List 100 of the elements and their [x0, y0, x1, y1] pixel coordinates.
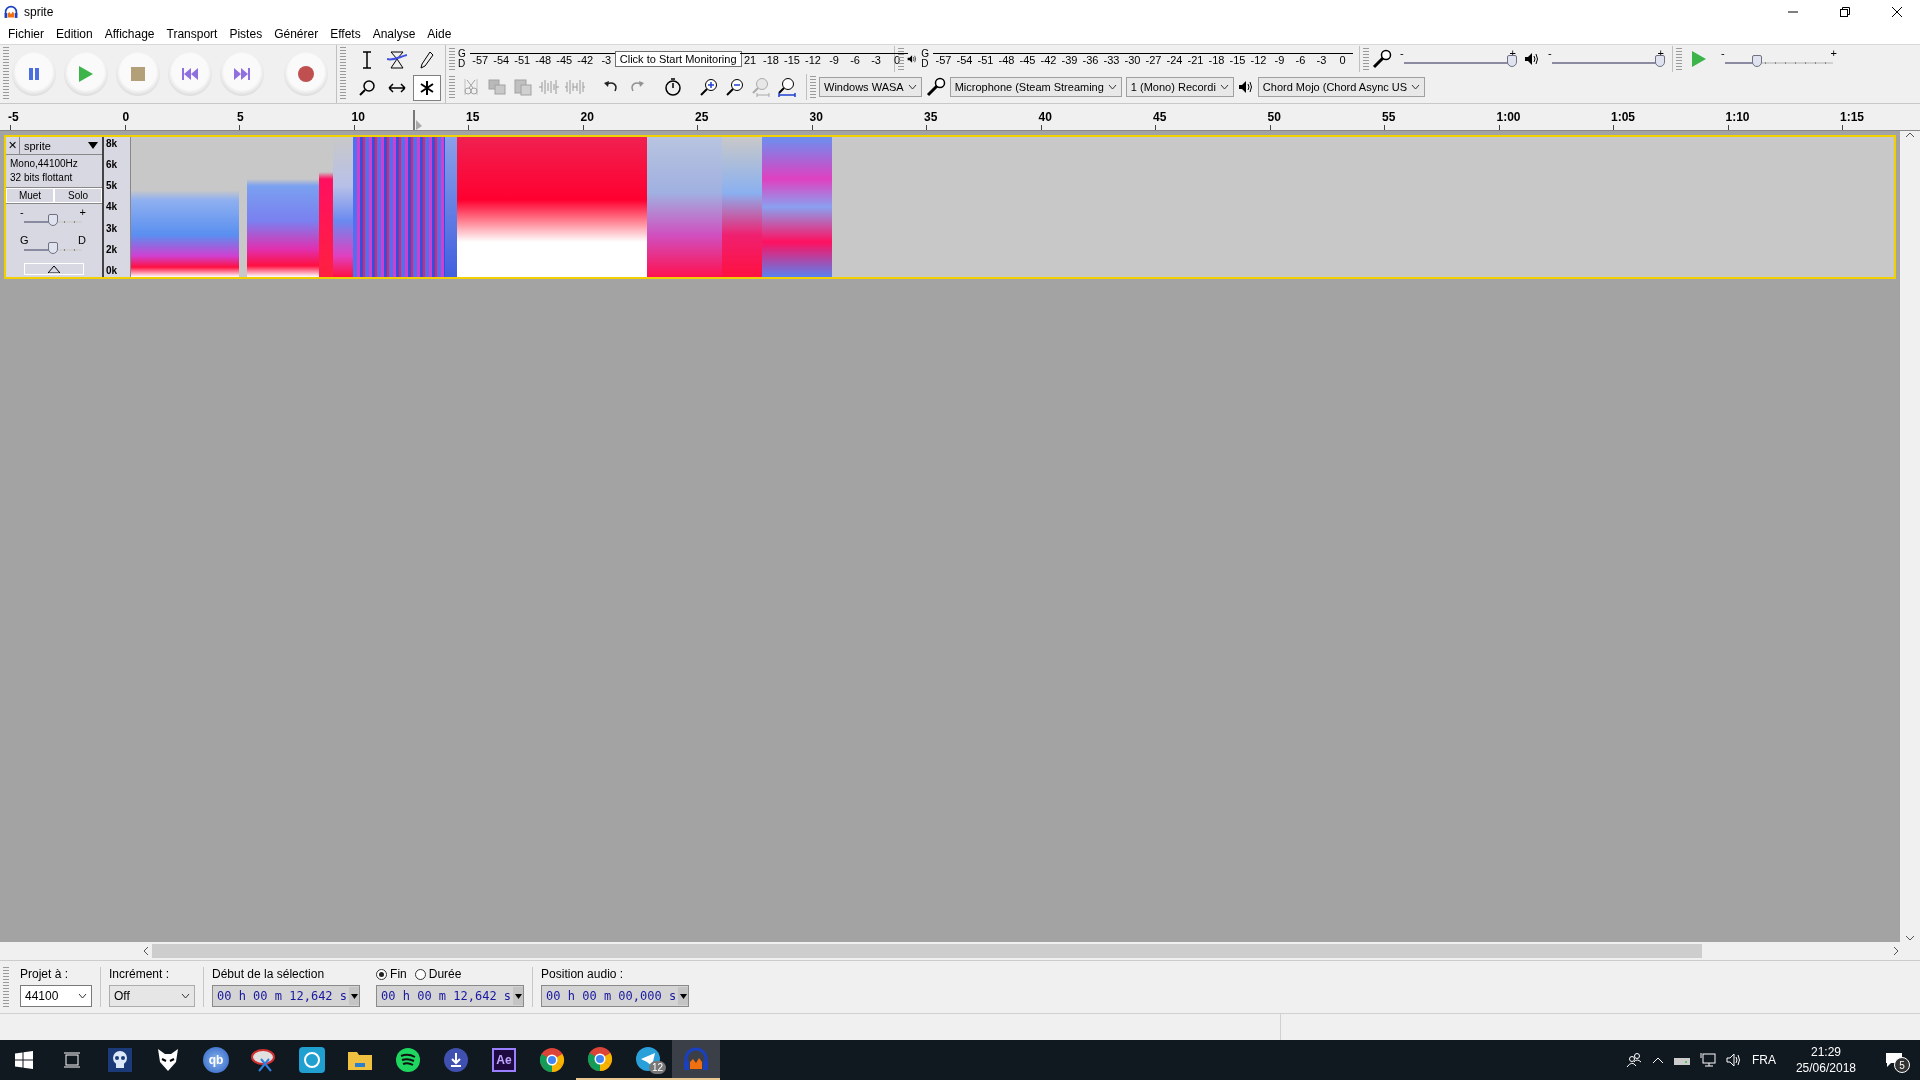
ruler-label: 5 [237, 110, 244, 124]
gain-slider-thumb[interactable] [48, 214, 58, 226]
speaker-icon [1237, 80, 1254, 94]
menu-item[interactable]: Fichier [2, 25, 50, 43]
slider-thumb[interactable] [1507, 55, 1517, 67]
pause-icon [27, 67, 41, 81]
language-indicator[interactable]: FRA [1751, 1053, 1776, 1067]
menu-item[interactable]: Edition [50, 25, 99, 43]
scissors-icon [461, 78, 481, 96]
frequency-scale-label: 3k [106, 222, 119, 234]
meter-tick-label: -48 [996, 52, 1017, 66]
snap-label: Incrément : [109, 967, 171, 981]
scroll-right-icon[interactable] [1892, 946, 1900, 956]
network-icon[interactable] [1699, 1052, 1716, 1068]
slider-max-label: D [78, 235, 86, 245]
meter-tick-label: -33 [1101, 52, 1122, 66]
cat-mask-icon [157, 1048, 179, 1072]
volume-icon[interactable] [1725, 1052, 1742, 1068]
toolbar-button[interactable] [775, 75, 799, 99]
ruler-label: 1:15 [1840, 110, 1865, 124]
double-arrow-icon [388, 83, 406, 93]
slider-thumb[interactable] [1655, 55, 1665, 67]
copy-icon [488, 79, 506, 95]
meter-tick-label: -18 [760, 52, 782, 66]
stop-icon [131, 67, 145, 81]
people-icon[interactable] [1625, 1052, 1642, 1068]
chevron-up-icon[interactable] [1651, 1056, 1664, 1064]
pan-slider-thumb[interactable] [48, 242, 58, 254]
ruler-label: 1:00 [1496, 110, 1521, 124]
selection-end-field[interactable]: 00 h 00 m 12,642 s [376, 985, 525, 1007]
triangle-up-icon [48, 265, 60, 273]
slider-thumb[interactable] [1752, 55, 1763, 67]
solo-button[interactable]: Solo [54, 188, 102, 203]
channel-label: D [458, 59, 466, 69]
skip-to-start-icon [182, 67, 198, 81]
drive-icon[interactable] [1673, 1055, 1690, 1065]
slider-min-label: - [1721, 48, 1725, 58]
notification-button[interactable]: 5 [1876, 1045, 1912, 1075]
project-rate-dropdown[interactable]: 44100 [20, 985, 92, 1007]
skip-to-end-icon [234, 67, 250, 81]
menu-item[interactable]: Analyse [366, 25, 422, 43]
meter-tick-label: -57 [469, 52, 491, 66]
play-icon [78, 65, 94, 83]
track-info-text: 32 bits flottant [10, 171, 74, 185]
scroll-left-icon[interactable] [142, 946, 150, 956]
meter-tick-label: -39 [1059, 52, 1080, 66]
ruler-label: 55 [1382, 110, 1396, 124]
tool-button[interactable] [413, 75, 441, 101]
meter-tick-label: -48 [532, 52, 554, 66]
dropdown-arrow-icon [88, 142, 98, 149]
microphone-icon [1372, 49, 1392, 69]
ruler-label: 1:05 [1611, 110, 1636, 124]
menu-item[interactable]: Pistes [223, 25, 269, 43]
clock[interactable]: 21:29 25/06/2018 [1785, 1044, 1866, 1076]
meter-tick-label: -12 [1248, 52, 1269, 66]
stopwatch-icon [664, 77, 682, 97]
spotify-icon [395, 1047, 421, 1073]
playback-device-dropdown[interactable]: Chord Mojo (Chord Async US [1257, 77, 1426, 97]
record-icon [298, 66, 314, 82]
frequency-scale-label: 0k [106, 264, 119, 276]
snap-dropdown[interactable]: Off [109, 985, 195, 1007]
menu-item[interactable]: Effets [324, 25, 367, 43]
channel-label: G [921, 49, 929, 59]
meter-tick-label: -54 [954, 52, 975, 66]
asterisk-icon [419, 80, 435, 96]
audio-host-dropdown[interactable]: Windows WASA [819, 77, 922, 97]
recording-device-dropdown[interactable]: Microphone (Steam Streaming [949, 77, 1122, 97]
collapse-button[interactable] [24, 263, 84, 275]
pencil-icon [420, 51, 434, 69]
menu-item[interactable]: Générer [268, 25, 325, 43]
menu-item[interactable]: Transport [160, 25, 224, 43]
meter-tick-label: -45 [553, 52, 575, 66]
radio-button[interactable]: Durée [414, 967, 462, 981]
speaker-icon [1524, 52, 1540, 66]
caret-icon [350, 993, 358, 999]
taskbar-app-button[interactable]: Ae [480, 1040, 528, 1080]
envelope-icon [387, 51, 407, 69]
mute-button[interactable]: Muet [6, 188, 54, 203]
taskbar-app-button[interactable] [672, 1040, 720, 1080]
radio-button[interactable]: Fin [376, 967, 407, 981]
window-title: sprite [24, 5, 55, 19]
channel-label: D [921, 59, 929, 69]
meter-tick-label: -45 [1017, 52, 1038, 66]
ruler-label: 15 [466, 110, 480, 124]
ruler-label: 25 [695, 110, 709, 124]
slider-min-label: - [1548, 48, 1552, 58]
channels-dropdown[interactable]: 1 (Mono) Recordi [1125, 77, 1234, 97]
caret-icon [1219, 84, 1229, 90]
close-track-button[interactable]: ✕ [6, 137, 20, 154]
audio-position-field[interactable]: 00 h 00 m 00,000 s [541, 985, 690, 1007]
scrollbar-thumb[interactable] [152, 944, 1702, 958]
menu-item[interactable]: Affichage [98, 25, 161, 43]
menu-item[interactable]: Aide [421, 25, 458, 43]
selection-start-field[interactable]: 00 h 00 m 12,642 s [212, 985, 361, 1007]
caret-icon [181, 993, 190, 999]
scroll-up-icon[interactable] [1905, 131, 1915, 139]
ruler-label: 20 [580, 110, 594, 124]
ruler-label: 1:10 [1725, 110, 1750, 124]
download-icon [443, 1047, 469, 1073]
scroll-down-icon[interactable] [1905, 934, 1915, 942]
